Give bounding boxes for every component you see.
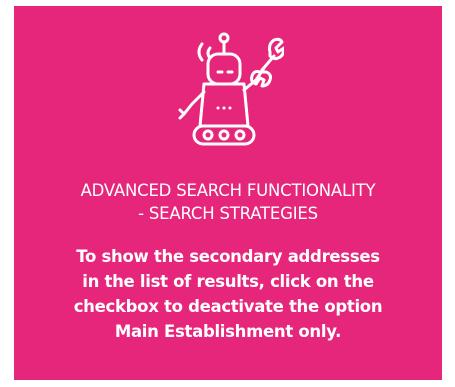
- info-card: ADVANCED SEARCH FUNCTIONALITY - SEARCH S…: [14, 6, 442, 380]
- card-description: To show the secondary addresses in the l…: [34, 244, 422, 344]
- card-heading: ADVANCED SEARCH FUNCTIONALITY - SEARCH S…: [14, 179, 442, 225]
- robot-with-wrench-icon: [174, 26, 284, 146]
- description-line-2: in the list of results, click on the: [82, 272, 374, 291]
- heading-line-1: ADVANCED SEARCH FUNCTIONALITY: [80, 181, 376, 200]
- description-line-1: To show the secondary addresses: [76, 247, 380, 266]
- description-line-3: checkbox to deactivate the option: [73, 297, 383, 316]
- description-line-4: Main Establishment only.: [114, 322, 342, 341]
- heading-line-2: - SEARCH STRATEGIES: [138, 204, 318, 223]
